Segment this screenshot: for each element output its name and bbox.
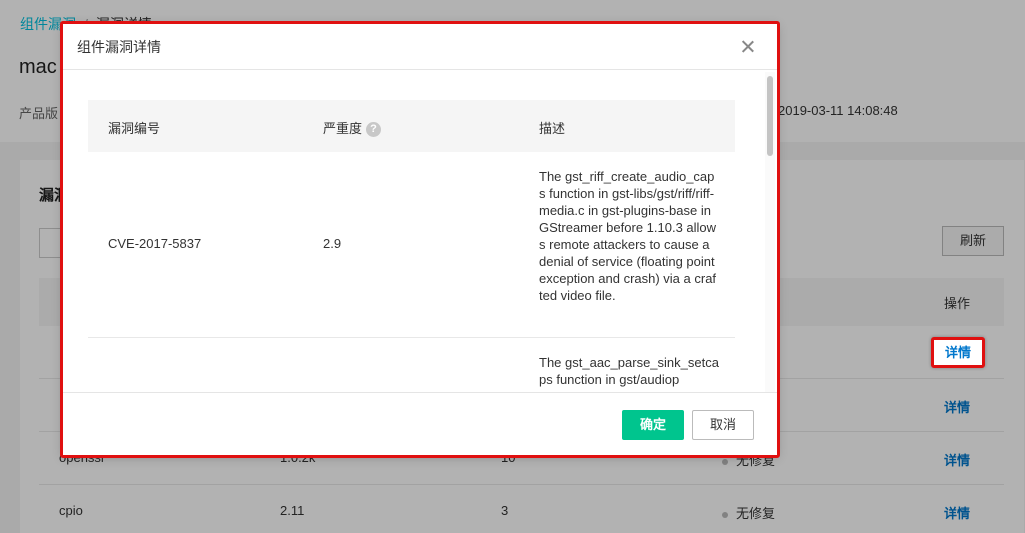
help-icon[interactable]: ?: [366, 122, 382, 138]
vulnerability-detail-dialog: 组件漏洞详情 漏洞编号 严重度? 描述 CVE-2017-5837 2.9 Th…: [63, 24, 777, 455]
column-header-severity: 严重度?: [323, 118, 382, 138]
scrollbar-thumb[interactable]: [767, 76, 773, 156]
dialog-footer: 确定 取消: [63, 392, 777, 455]
table-row: CVE-2017-5837 2.9 The gst_riff_create_au…: [88, 152, 735, 338]
dialog-header: 组件漏洞详情: [63, 24, 777, 70]
table-row: The gst_aac_parse_sink_setcaps function …: [88, 338, 735, 392]
dialog-title: 组件漏洞详情: [77, 39, 161, 55]
detail-link-label: 详情: [944, 345, 971, 360]
vulnerability-table: 漏洞编号 严重度? 描述 CVE-2017-5837 2.9 The gst_r…: [88, 100, 735, 392]
dialog-body: 漏洞编号 严重度? 描述 CVE-2017-5837 2.9 The gst_r…: [63, 71, 777, 392]
column-header-id: 漏洞编号: [108, 121, 161, 136]
table-header: 漏洞编号 严重度? 描述: [88, 100, 735, 152]
vulnerability-description: The gst_aac_parse_sink_setcaps function …: [539, 355, 719, 387]
confirm-button[interactable]: 确定: [622, 410, 684, 440]
column-header-description: 描述: [539, 121, 566, 136]
cve-id: CVE-2017-5837: [108, 236, 202, 251]
close-icon[interactable]: [738, 37, 758, 57]
severity-header-label: 严重度: [323, 121, 363, 136]
vulnerability-description: The gst_riff_create_audio_caps function …: [539, 169, 717, 303]
severity-score: 2.9: [323, 236, 342, 251]
detail-link-highlighted[interactable]: 详情: [931, 337, 985, 368]
cancel-button[interactable]: 取消: [692, 410, 754, 440]
